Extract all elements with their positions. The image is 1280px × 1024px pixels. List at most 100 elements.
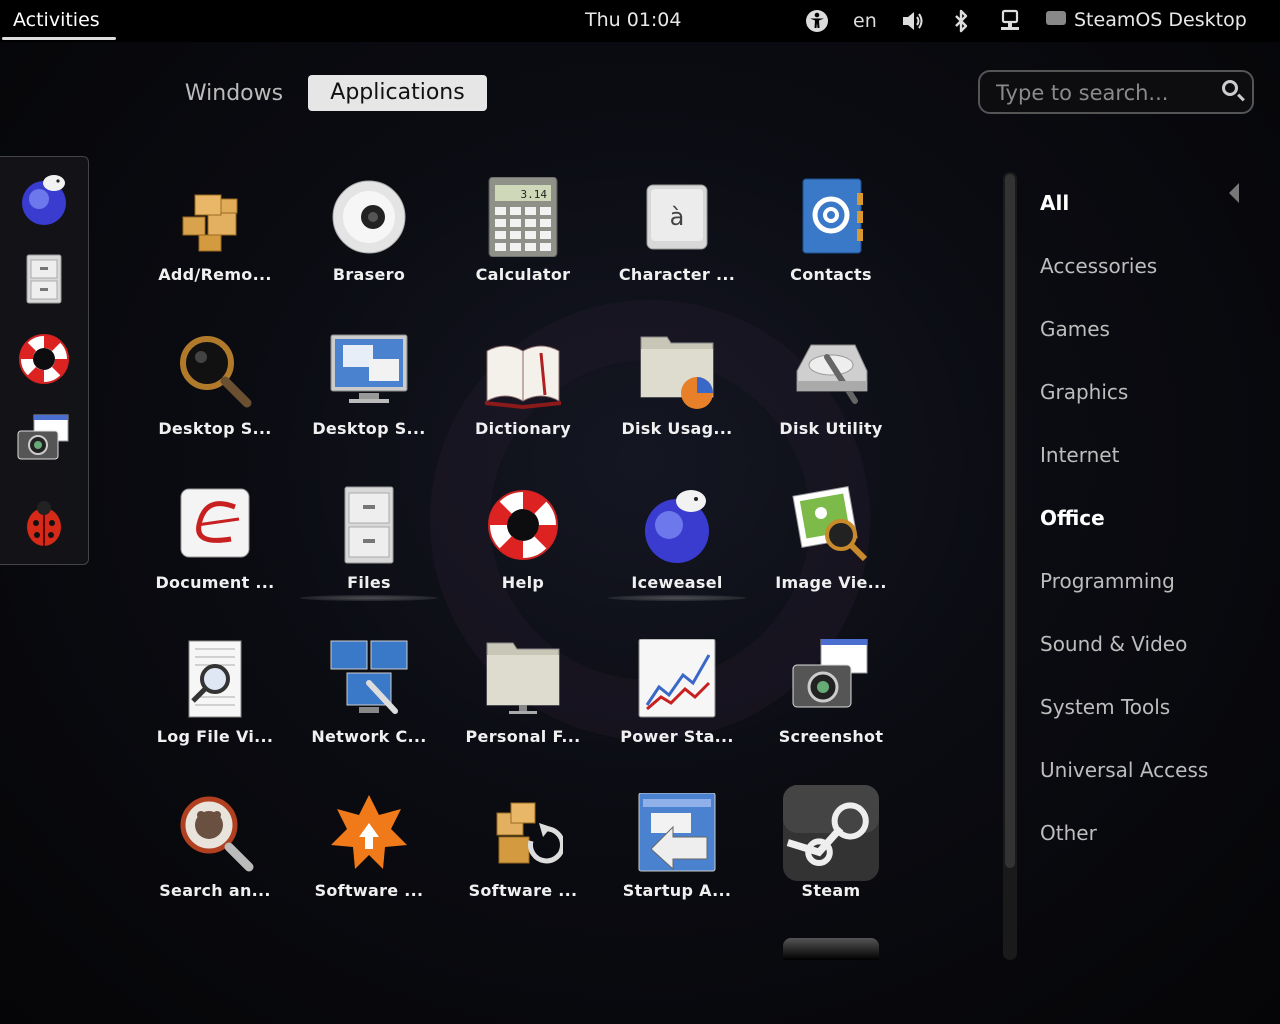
dash-screenshot[interactable] [14,409,74,469]
app-help[interactable]: Help [446,485,600,635]
steam-icon [783,785,879,881]
search-box[interactable] [978,70,1254,114]
app-label: Power Sta... [620,727,734,746]
app-power-statistics[interactable]: Power Sta... [600,639,754,789]
category-accessories[interactable]: Accessories [1040,254,1157,278]
search-files-icon [180,796,254,872]
user-name: SteamOS Desktop [1074,9,1247,31]
app-network-connections[interactable]: Network C... [292,639,446,789]
network-icon[interactable] [997,8,1023,34]
file-cabinet-icon [26,254,62,304]
app-label: Desktop S... [312,419,426,438]
app-document-viewer[interactable]: Document ... [138,485,292,635]
app-character-map[interactable]: à Character ... [600,177,754,327]
activities-button[interactable]: Activities [0,0,116,42]
folder-icon [486,642,560,714]
app-brasero[interactable]: Brasero [292,177,446,327]
document-viewer-icon [180,488,250,558]
app-label: Image Vie... [775,573,887,592]
app-calculator[interactable]: 3.14 Calculator [446,177,600,327]
app-iceweasel[interactable]: Iceweasel [600,485,754,635]
category-games[interactable]: Games [1040,317,1110,341]
startup-apps-icon [638,793,716,872]
app-label: Startup A... [622,881,732,900]
dash-bug-reporter[interactable] [14,493,74,553]
monitor-icon [330,334,408,403]
app-desktop-search[interactable]: Desktop S... [138,331,292,481]
category-office[interactable]: Office [1040,506,1105,530]
contacts-icon [802,178,863,254]
app-label: Steam [801,881,861,900]
app-disk-usage[interactable]: Disk Usag... [600,331,754,481]
iceweasel-icon [645,490,709,563]
category-system-tools[interactable]: System Tools [1040,695,1170,719]
disk-utility-icon [796,344,868,404]
search-input[interactable] [994,78,1218,108]
app-add-remove[interactable]: Add/Remo... [138,177,292,327]
category-sound-video[interactable]: Sound & Video [1040,632,1187,656]
app-label: Disk Utility [779,419,883,438]
app-grid-scrollbar[interactable] [1003,172,1017,960]
applications-tab[interactable]: Applications [308,75,487,111]
magnifier-icon [180,336,252,408]
chat-icon [1046,11,1066,25]
app-steam[interactable]: Steam [754,785,908,943]
app-label: Screenshot [778,727,884,746]
app-label: Contacts [790,265,872,284]
app-label: Character ... [618,265,736,284]
app-dictionary[interactable]: Dictionary [446,331,600,481]
app-label: Disk Usag... [621,419,733,438]
category-graphics[interactable]: Graphics [1040,380,1128,404]
keyboard-language[interactable]: en [853,10,877,32]
dash-files[interactable] [14,249,74,309]
app-screenshot[interactable]: Screenshot [754,639,908,789]
packages-icon [182,194,238,252]
windows-tab[interactable]: Windows [170,76,298,112]
app-disk-utility[interactable]: Disk Utility [754,331,908,481]
network-connections-icon [330,640,408,714]
bug-icon [27,501,61,546]
bluetooth-icon[interactable] [948,8,974,34]
app-desktop-sharing[interactable]: Desktop S... [292,331,446,481]
software-update-icon [331,795,407,869]
lifebuoy-icon [488,490,558,560]
software-sources-icon [496,802,563,864]
app-software-update[interactable]: Software ... [292,793,446,943]
app-label: Help [501,573,545,592]
app-label: Desktop S... [158,419,272,438]
category-internet[interactable]: Internet [1040,443,1119,467]
calculator-icon: 3.14 [488,177,558,257]
user-menu[interactable]: SteamOS Desktop [1046,9,1247,31]
app-image-viewer[interactable]: Image Vie... [754,485,908,635]
app-label: Log File Vi... [156,727,274,746]
dash-iceweasel[interactable] [14,169,74,229]
accessibility-icon[interactable] [804,8,830,34]
app-label: Software ... [468,881,578,900]
dash-help[interactable] [14,329,74,389]
category-all[interactable]: All [1040,191,1069,215]
image-viewer-icon [792,485,868,562]
dash [0,156,89,565]
app-search-files[interactable]: Search an... [138,793,292,943]
app-startup-applications[interactable]: Startup A... [600,793,754,943]
app-software-sources[interactable]: Software ... [446,793,600,943]
category-universal-access[interactable]: Universal Access [1040,758,1208,782]
app-label: Network C... [311,727,427,746]
app-personal-file-sharing[interactable]: Personal F... [446,639,600,789]
app-files[interactable]: Files [292,485,446,635]
app-label: Files [347,573,391,592]
app-label: Search an... [159,881,271,900]
file-cabinet-icon [344,486,394,564]
app-label: Document ... [155,573,275,592]
category-other[interactable]: Other [1040,821,1097,845]
category-programming[interactable]: Programming [1040,569,1175,593]
disk-usage-icon [640,336,714,409]
app-log-file-viewer[interactable]: Log File Vi... [138,639,292,789]
app-label: Brasero [332,265,406,284]
scrollbar-thumb[interactable] [1005,174,1015,868]
app-contacts[interactable]: Contacts [754,177,908,327]
volume-icon[interactable] [900,8,926,34]
clock[interactable]: Thu 01:04 [585,9,681,31]
log-viewer-icon [188,640,242,718]
camera-icon [792,639,868,708]
